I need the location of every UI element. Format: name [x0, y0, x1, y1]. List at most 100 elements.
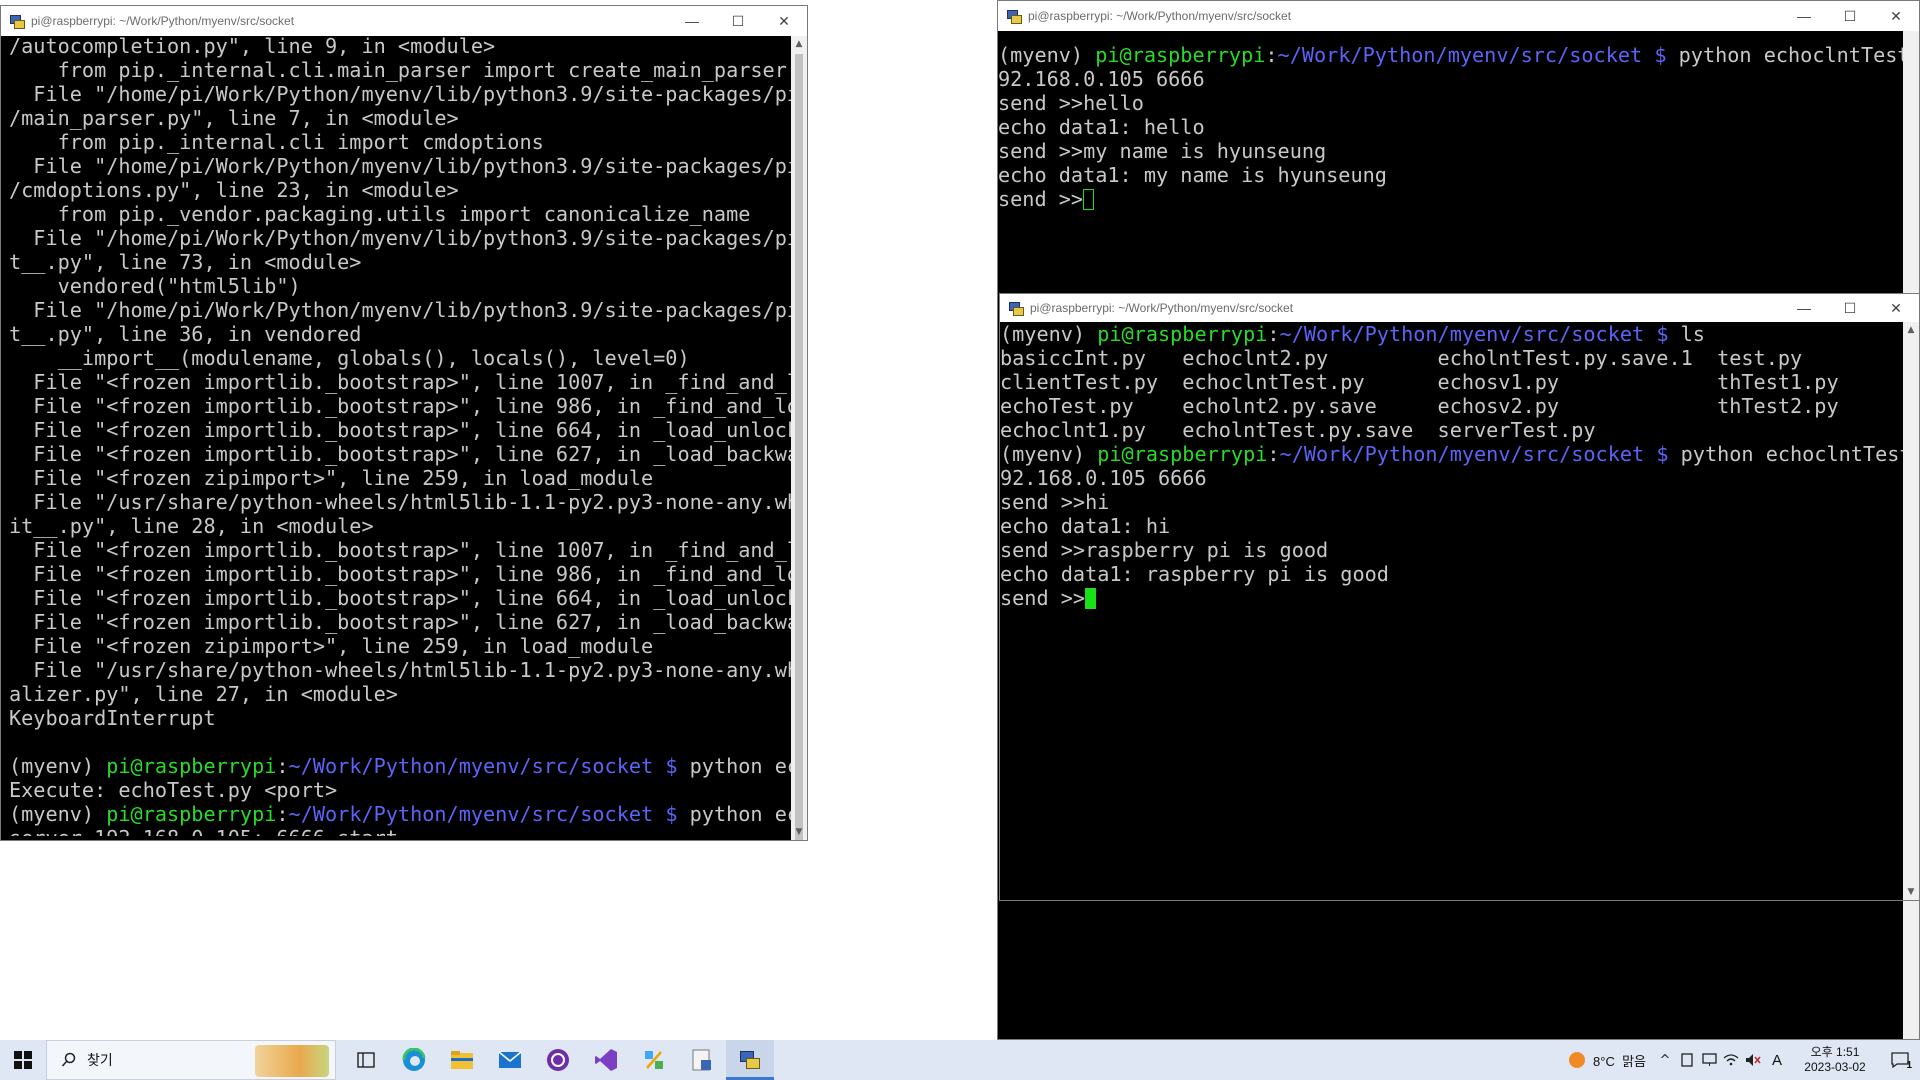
wifi-icon — [1723, 1054, 1739, 1066]
terminal-line: (myenv) pi@raspberrypi:~/Work/Python/mye… — [9, 754, 791, 778]
terminal-text: vendored("html5lib") — [9, 274, 301, 298]
file-explorer-app[interactable] — [438, 1040, 486, 1080]
terminal-line: clientTest.py echoclntTest.py echosv1.py… — [1000, 370, 1903, 394]
maximize-button[interactable]: ☐ — [715, 6, 761, 36]
titlebar[interactable]: pi@raspberrypi: ~/Work/Python/myenv/src/… — [1000, 294, 1919, 322]
terminal-line: alizer.py", line 27, in <module> — [9, 682, 791, 706]
tray-icon-display[interactable] — [1698, 1040, 1720, 1080]
terminal-text: __import__(modulename, globals(), locals… — [9, 346, 690, 370]
taskbar-search-box[interactable]: 찾기 — [46, 1040, 336, 1080]
terminal-window-client-2[interactable]: pi@raspberrypi: ~/Work/Python/myenv/src/… — [999, 293, 1920, 901]
scrollbar[interactable]: ▲ ▼ — [791, 36, 807, 840]
task-view-button[interactable] — [342, 1040, 390, 1080]
terminal-text: python echoclntTest.py 1 — [1680, 442, 1903, 466]
putty-app-active[interactable] — [726, 1040, 774, 1080]
terminal-text: python echoTest.py 6666 — [689, 802, 791, 826]
terminal-text: File "<frozen importlib._bootstrap>", li… — [9, 370, 791, 394]
terminal-text: send >>my name is hyunseung — [998, 139, 1327, 163]
weather-widget[interactable]: 8°C 맑음 — [1559, 1040, 1654, 1080]
maximize-button[interactable]: ☐ — [1827, 294, 1873, 323]
terminal-output[interactable]: (myenv) pi@raspberrypi:~/Work/Python/mye… — [998, 43, 1903, 211]
scroll-down-arrow-icon[interactable]: ▼ — [791, 824, 807, 840]
terminal-text: (myenv) — [9, 754, 107, 778]
terminal-line: KeyboardInterrupt — [9, 706, 791, 730]
prompt-user: pi@raspberrypi — [106, 802, 277, 826]
search-placeholder: 찾기 — [87, 1052, 113, 1068]
terminal-text: send >> — [1000, 586, 1086, 610]
terminal-line: File "<frozen zipimport>", line 259, in … — [9, 634, 791, 658]
terminal-line: send >>hi — [1000, 490, 1903, 514]
terminal-text: t__.py", line 73, in <module> — [9, 250, 362, 274]
tray-icon-network-device[interactable] — [1676, 1040, 1698, 1080]
terminal-text: File "<frozen importlib._bootstrap>", li… — [9, 418, 791, 442]
titlebar[interactable]: pi@raspberrypi: ~/Work/Python/myenv/src/… — [998, 1, 1919, 31]
terminal-text: from pip._internal.cli import cmdoptions — [9, 130, 544, 154]
mail-app[interactable] — [486, 1040, 534, 1080]
app-purple[interactable] — [534, 1040, 582, 1080]
scrollbar[interactable]: ▲ ▼ — [1903, 322, 1919, 900]
visual-studio-app[interactable] — [582, 1040, 630, 1080]
window-title: pi@raspberrypi: ~/Work/Python/myenv/src/… — [31, 14, 295, 28]
prompt-path: ~/Work/Python/myenv/src/socket $ — [1277, 43, 1667, 67]
minimize-button[interactable]: — — [669, 6, 715, 36]
terminal-text: File "/home/pi/Work/Python/myenv/lib/pyt… — [33, 154, 791, 178]
prompt-path: ~/Work/Python/myenv/src/socket $ — [288, 802, 678, 826]
edge-app[interactable] — [390, 1040, 438, 1080]
close-button[interactable]: ✕ — [761, 6, 807, 36]
scrollbar-thumb[interactable] — [795, 54, 803, 840]
terminal-line: /main_parser.py", line 7, in <module> — [9, 106, 791, 130]
terminal-output[interactable]: /autocompletion.py", line 9, in <module>… — [1, 34, 791, 836]
close-button[interactable]: ✕ — [1873, 294, 1919, 323]
terminal-line: File "/home/pi/Work/Python/myenv/lib/pyt… — [9, 226, 791, 250]
terminal-text: python echoclntTest.p — [1678, 43, 1903, 67]
putty-icon — [1008, 300, 1024, 316]
app-document[interactable] — [678, 1040, 726, 1080]
terminal-text: : — [1267, 442, 1280, 466]
terminal-text: /main_parser.py", line 7, in <module> — [9, 106, 459, 130]
terminal-text: File "<frozen importlib._bootstrap>", li… — [33, 562, 791, 586]
terminal-line: File "<frozen importlib._bootstrap>", li… — [9, 394, 791, 418]
terminal-output[interactable]: (myenv) pi@raspberrypi:~/Work/Python/mye… — [1000, 322, 1903, 610]
minimize-button[interactable]: — — [1781, 294, 1827, 323]
minimize-button[interactable]: — — [1781, 1, 1827, 31]
start-button[interactable] — [0, 1040, 46, 1080]
terminal-text: python echoTest.py — [689, 754, 791, 778]
edge-browser-icon — [402, 1048, 426, 1071]
close-button[interactable]: ✕ — [1873, 1, 1919, 31]
ime-indicator[interactable]: A — [1764, 1040, 1790, 1080]
app-tool[interactable] — [630, 1040, 678, 1080]
clock-date: 2023-03-02 — [1804, 1060, 1866, 1074]
terminal-window-server[interactable]: pi@raspberrypi: ~/Work/Python/myenv/src/… — [0, 5, 808, 841]
task-view-icon — [357, 1052, 375, 1068]
terminal-line: /autocompletion.py", line 9, in <module> — [9, 34, 791, 58]
tray-icon-wifi[interactable] — [1720, 1040, 1742, 1080]
scroll-up-arrow-icon[interactable]: ▲ — [791, 36, 807, 52]
sun-icon — [1569, 1052, 1586, 1068]
search-icon — [61, 1052, 76, 1067]
terminal-text: it__.py", line 28, in <module> — [9, 514, 374, 538]
windows-logo-icon — [14, 1051, 32, 1069]
window-title: pi@raspberrypi: ~/Work/Python/myenv/src/… — [1030, 301, 1294, 315]
terminal-line: from pip._internal.cli import cmdoptions — [9, 130, 791, 154]
scroll-down-arrow-icon[interactable]: ▼ — [1903, 884, 1919, 900]
terminal-line: (myenv) pi@raspberrypi:~/Work/Python/mye… — [998, 43, 1903, 67]
terminal-line: File "<frozen importlib._bootstrap>", li… — [9, 562, 791, 586]
show-hidden-icons-button[interactable]: ^ — [1654, 1040, 1676, 1080]
visual-studio-icon — [595, 1049, 617, 1071]
notification-center-button[interactable]: 1 — [1880, 1040, 1920, 1080]
terminal-text: echo data1: raspberry pi is good — [1000, 562, 1389, 586]
terminal-line: File "/home/pi/Work/Python/myenv/lib/pyt… — [9, 298, 791, 322]
tray-icon-volume[interactable] — [1742, 1040, 1764, 1080]
scroll-up-arrow-icon[interactable]: ▲ — [1903, 322, 1919, 338]
terminal-line: echo data1: hi — [1000, 514, 1903, 538]
clock[interactable]: 오후 1:51 2023-03-02 — [1790, 1040, 1880, 1080]
maximize-button[interactable]: ☐ — [1827, 1, 1873, 31]
terminal-text: t__.py", line 36, in vendored — [9, 322, 362, 346]
prompt-user: pi@raspberrypi — [1095, 43, 1266, 67]
terminal-text: (myenv) — [9, 802, 107, 826]
titlebar[interactable]: pi@raspberrypi: ~/Work/Python/myenv/src/… — [1, 6, 807, 36]
terminal-text: alizer.py", line 27, in <module> — [9, 682, 398, 706]
terminal-line: File "<frozen importlib._bootstrap>", li… — [9, 610, 791, 634]
terminal-line: File "<frozen importlib._bootstrap>", li… — [9, 538, 791, 562]
terminal-line: send >>raspberry pi is good — [1000, 538, 1903, 562]
